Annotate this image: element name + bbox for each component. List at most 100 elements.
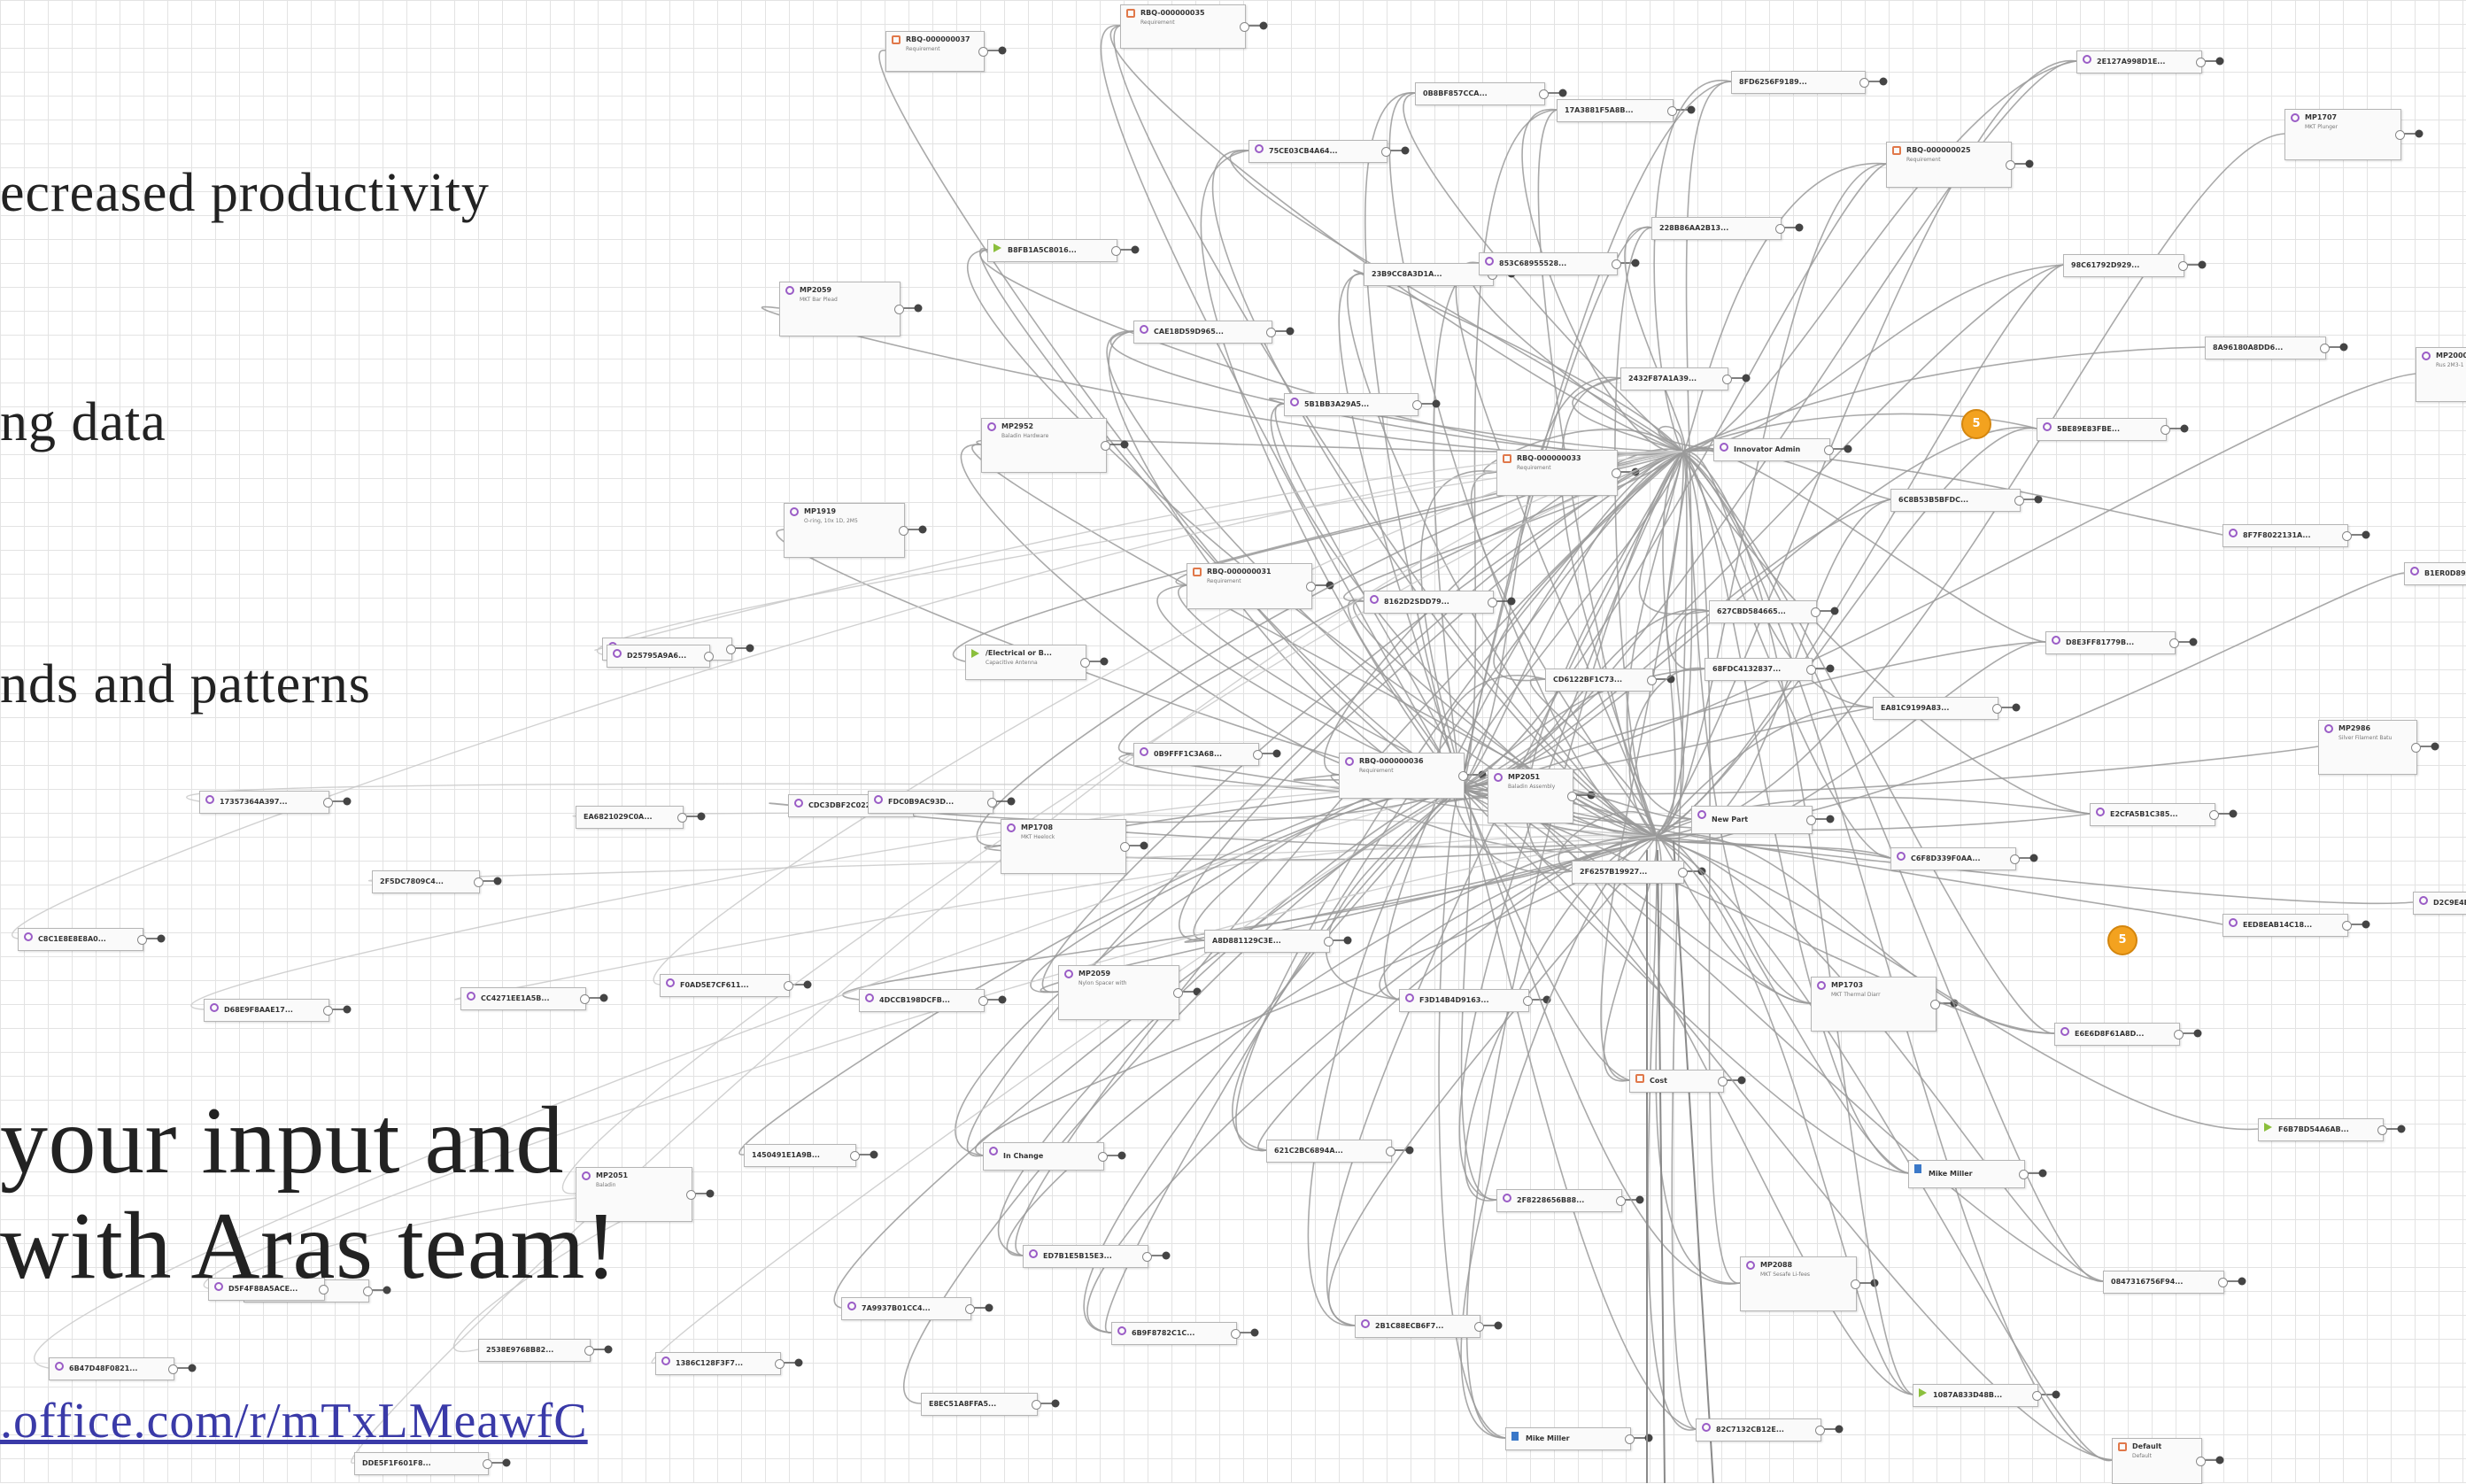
- connector-port[interactable]: [2320, 344, 2330, 353]
- graph-node[interactable]: D2C9E4EAB9DC...: [2413, 892, 2466, 915]
- graph-node[interactable]: 1087A833D48B...: [1913, 1384, 2042, 1407]
- graph-node[interactable]: Cost: [1629, 1070, 1728, 1093]
- connector-port[interactable]: [2342, 531, 2352, 541]
- graph-node[interactable]: 621C2BC6894A...: [1266, 1140, 1395, 1163]
- graph-node[interactable]: MP2059 MKT Bar Plead: [779, 282, 904, 336]
- graph-node[interactable]: 98C61792D929...: [2063, 254, 2188, 277]
- connector-port[interactable]: [2178, 261, 2188, 271]
- connector-port[interactable]: [1080, 658, 1090, 668]
- graph-node[interactable]: A8D881129C3E...: [1204, 930, 1333, 953]
- graph-node[interactable]: RBQ-000000025 Requirement: [1886, 142, 2015, 188]
- connector-port[interactable]: [1992, 704, 2002, 714]
- graph-node[interactable]: RBQ-000000031 Requirement: [1187, 563, 1316, 609]
- connector-port[interactable]: [1824, 445, 1834, 455]
- graph-node[interactable]: D25795A9A6...: [607, 645, 714, 668]
- connector-port[interactable]: [2006, 160, 2015, 170]
- graph-node[interactable]: New Part: [1691, 806, 1816, 834]
- graph-node[interactable]: 1386C128F3F7...: [655, 1352, 785, 1375]
- graph-node[interactable]: MP2986 Silver Filament Batu: [2318, 720, 2421, 775]
- connector-port[interactable]: [580, 994, 590, 1004]
- graph-node[interactable]: B8FB1A5C8016...: [987, 239, 1121, 262]
- graph-node[interactable]: RBQ-000000035 Requirement: [1120, 4, 1249, 49]
- graph-node[interactable]: MP1708 MKT Heelock: [1001, 819, 1130, 874]
- graph-node[interactable]: D68E9F8AAE17...: [204, 999, 333, 1022]
- connector-port[interactable]: [1306, 582, 1316, 591]
- graph-node[interactable]: MP2000 Rus 2M3-1: [2416, 347, 2466, 402]
- graph-node[interactable]: MP2051 Baladin Assembly: [1488, 769, 1577, 823]
- connector-port[interactable]: [775, 1359, 785, 1369]
- connector-port[interactable]: [1811, 607, 1821, 617]
- group-count-badge[interactable]: 5: [2107, 925, 2137, 955]
- graph-node[interactable]: 0B8BF857CCA...: [1415, 82, 1549, 105]
- connector-port[interactable]: [1386, 1147, 1395, 1156]
- connector-port[interactable]: [1324, 937, 1333, 947]
- graph-node[interactable]: /Electrical or B... Capacitive Antenna: [965, 645, 1090, 680]
- graph-node[interactable]: RBQ-000000037 Requirement: [885, 31, 988, 72]
- connector-port[interactable]: [2032, 1391, 2042, 1401]
- group-count-badge[interactable]: 5: [1961, 409, 1991, 439]
- connector-port[interactable]: [2342, 921, 2352, 931]
- connector-port[interactable]: [2174, 1030, 2184, 1040]
- connector-port[interactable]: [1032, 1400, 1041, 1410]
- connector-port[interactable]: [1815, 1426, 1825, 1435]
- graph-node[interactable]: 2F8228656B88...: [1496, 1189, 1626, 1212]
- graph-node[interactable]: CC4271EE1A5B...: [460, 987, 590, 1010]
- graph-node[interactable]: EA81C9199A83...: [1873, 697, 2002, 720]
- connector-port[interactable]: [1381, 147, 1391, 157]
- connector-port[interactable]: [2014, 496, 2024, 506]
- graph-node[interactable]: 68FDC4132837...: [1705, 658, 1816, 681]
- connector-port[interactable]: [2377, 1125, 2387, 1135]
- connector-port[interactable]: [1612, 259, 1621, 269]
- connector-port[interactable]: [1266, 328, 1276, 337]
- connector-port[interactable]: [784, 981, 793, 991]
- connector-port[interactable]: [1253, 750, 1263, 760]
- graph-node[interactable]: 1450491E1A9B...: [744, 1144, 860, 1167]
- graph-node[interactable]: 8A96180A8DD6...: [2205, 336, 2330, 359]
- graph-node[interactable]: 0847316756F94...: [2103, 1271, 2228, 1294]
- graph-node[interactable]: F0AD5E7CF611...: [660, 974, 793, 997]
- connector-port[interactable]: [677, 813, 687, 823]
- connector-port[interactable]: [894, 305, 904, 314]
- graph-node[interactable]: RBQ-000000036 Requirement: [1339, 753, 1468, 799]
- connector-port[interactable]: [1098, 1152, 1108, 1162]
- graph-node[interactable]: 2F6257B19927...: [1572, 861, 1688, 884]
- graph-node[interactable]: MP2088 MKT Sesafe Li-fees: [1740, 1256, 1860, 1311]
- graph-node[interactable]: 17357364A397...: [199, 791, 333, 814]
- graph-node[interactable]: B1ER0D89A0...: [2404, 562, 2466, 585]
- graph-node[interactable]: 23B9CC8A3D1A...: [1364, 263, 1497, 286]
- graph-node[interactable]: Innovator Admin: [1713, 438, 1834, 461]
- graph-node[interactable]: RBQ-000000033 Requirement: [1496, 450, 1621, 496]
- graph-node[interactable]: MP2059 Nylon Spacer with: [1058, 965, 1183, 1020]
- graph-node[interactable]: 5B1BB3A29A5...: [1284, 393, 1422, 416]
- graph-node[interactable]: 82C7132CB12E...: [1696, 1418, 1825, 1441]
- connector-port[interactable]: [686, 1190, 696, 1200]
- graph-node[interactable]: E6E6D8F61A8D...: [2054, 1023, 2184, 1046]
- graph-node[interactable]: FDC0B9AC93D...: [868, 791, 997, 814]
- connector-port[interactable]: [987, 798, 997, 808]
- graph-node[interactable]: ED7B1E5B15E3...: [1023, 1245, 1152, 1268]
- graph-node[interactable]: 8162D2SDD79...: [1364, 591, 1497, 614]
- connector-port[interactable]: [1523, 996, 1533, 1006]
- connector-port[interactable]: [1458, 771, 1468, 781]
- graph-node[interactable]: EED8EAB14C18...: [2222, 914, 2352, 937]
- graph-node[interactable]: In Change: [983, 1142, 1108, 1171]
- connector-port[interactable]: [1851, 1279, 1860, 1289]
- connector-port[interactable]: [2010, 854, 2020, 864]
- connector-port[interactable]: [2169, 638, 2179, 648]
- connector-port[interactable]: [2161, 425, 2170, 435]
- graph-node[interactable]: 853C68955528...: [1479, 252, 1621, 275]
- connector-port[interactable]: [1474, 1322, 1484, 1332]
- graph-node[interactable]: 6B9F8782C1C...: [1111, 1322, 1241, 1345]
- connector-port[interactable]: [1101, 441, 1110, 451]
- connector-port[interactable]: [168, 1364, 178, 1374]
- graph-node[interactable]: 2432F87A1A39...: [1620, 367, 1732, 390]
- connector-port[interactable]: [483, 1459, 492, 1469]
- connector-port[interactable]: [1806, 815, 1816, 825]
- connector-port[interactable]: [1412, 400, 1422, 410]
- connector-port[interactable]: [2411, 743, 2421, 753]
- connector-port[interactable]: [2395, 130, 2405, 140]
- connector-port[interactable]: [2019, 1170, 2029, 1179]
- graph-node[interactable]: 627CBD584665...: [1709, 600, 1821, 623]
- graph-node[interactable]: EA6821029C0A...: [576, 806, 687, 829]
- connector-port[interactable]: [1647, 676, 1657, 685]
